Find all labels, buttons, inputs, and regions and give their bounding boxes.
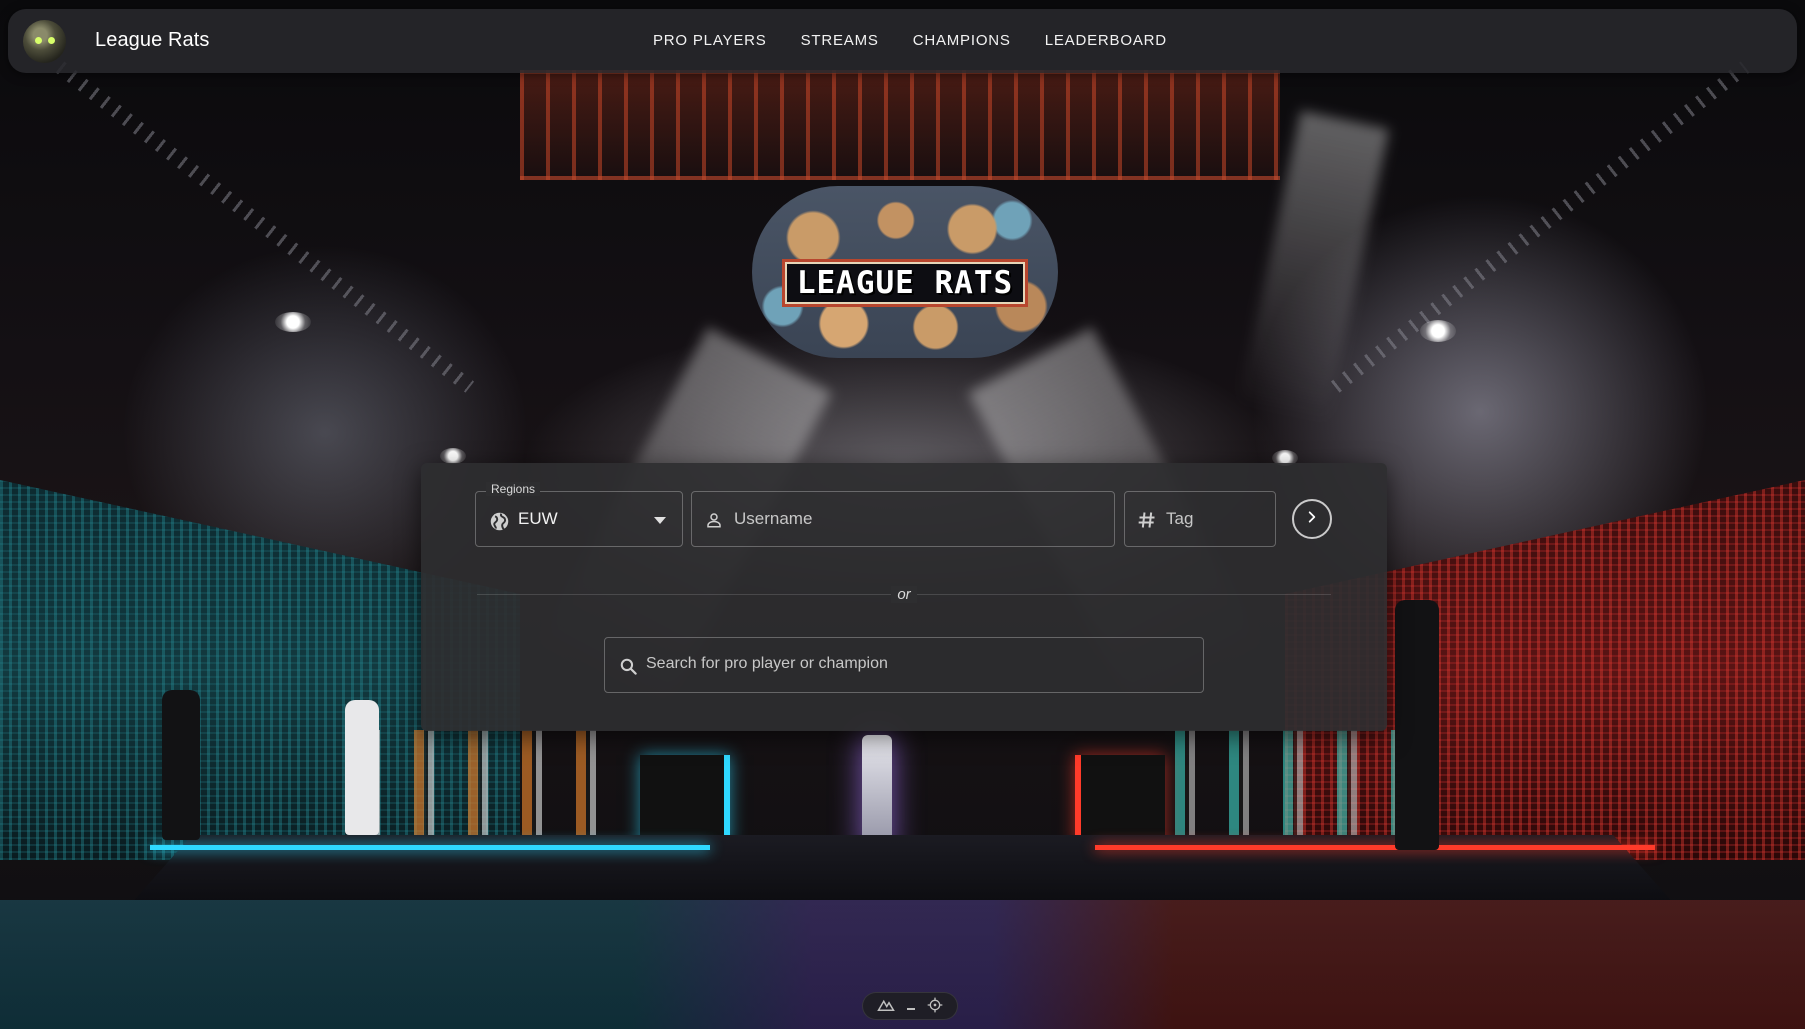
submit-summoner-button[interactable] xyxy=(1292,499,1332,539)
logo-text: LEAGUE RATS xyxy=(796,265,1014,301)
avatar-eye xyxy=(35,37,42,44)
pro-player-champion-search[interactable]: Search for pro player or champion xyxy=(604,637,1204,693)
globe-icon xyxy=(488,510,510,532)
search-panel: Regions EUW Username Tag or Search for p… xyxy=(421,463,1387,731)
spotlight xyxy=(1420,320,1456,342)
league-rats-logo: LEAGUE RATS xyxy=(752,186,1058,358)
team-desk-right xyxy=(1075,755,1165,845)
username-placeholder: Username xyxy=(734,509,813,528)
spotlight xyxy=(440,448,466,464)
target-icon[interactable] xyxy=(927,997,943,1016)
person-silhouette xyxy=(162,690,200,840)
username-field[interactable]: Username xyxy=(691,491,1115,547)
dash-separator-icon xyxy=(907,999,915,1013)
stage-light-right xyxy=(1095,845,1655,850)
person-silhouette xyxy=(1395,600,1439,850)
lighting-truss-center xyxy=(520,70,1280,180)
tag-field[interactable]: Tag xyxy=(1124,491,1276,547)
chevron-down-icon xyxy=(653,515,667,525)
nav-link-leaderboard[interactable]: LEADERBOARD xyxy=(1045,32,1167,49)
avatar-eye xyxy=(48,37,55,44)
tag-placeholder: Tag xyxy=(1166,509,1194,528)
spotlight xyxy=(275,312,311,332)
nav-link-champions[interactable]: CHAMPIONS xyxy=(913,32,1011,49)
logo-plate: LEAGUE RATS xyxy=(782,259,1028,307)
top-navbar: League Rats PRO PLAYERS STREAMS CHAMPION… xyxy=(8,9,1797,73)
person-silhouette xyxy=(345,700,379,835)
devtools-logo-icon[interactable] xyxy=(877,999,895,1014)
team-desk-left xyxy=(640,755,730,845)
global-search-placeholder: Search for pro player or champion xyxy=(646,655,888,672)
nav-link-streams[interactable]: STREAMS xyxy=(801,32,879,49)
region-select[interactable]: Regions EUW xyxy=(475,482,683,547)
brand-title[interactable]: League Rats xyxy=(95,29,210,52)
rat-avatar-icon[interactable] xyxy=(23,20,66,63)
team-chairs-left xyxy=(360,730,630,840)
hashtag-icon xyxy=(1137,509,1157,531)
region-value: EUW xyxy=(518,509,558,528)
chevron-right-icon xyxy=(1305,510,1319,529)
or-label: or xyxy=(891,586,917,603)
user-icon xyxy=(704,510,724,530)
search-icon xyxy=(618,656,638,676)
region-label: Regions xyxy=(486,482,541,496)
devtools-toolbar[interactable] xyxy=(862,992,958,1020)
stage-light-left xyxy=(150,845,710,850)
nav-link-pro-players[interactable]: PRO PLAYERS xyxy=(653,32,767,49)
main-nav: PRO PLAYERS STREAMS CHAMPIONS LEADERBOAR… xyxy=(653,32,1201,49)
